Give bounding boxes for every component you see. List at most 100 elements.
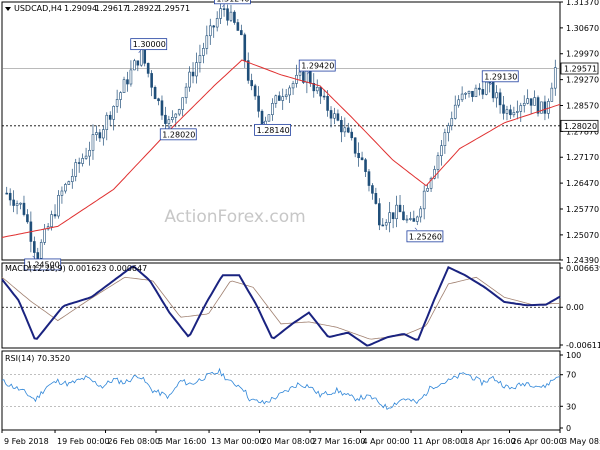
candle-body bbox=[547, 101, 550, 114]
candle-body bbox=[536, 97, 540, 114]
candle-body bbox=[22, 202, 26, 215]
candle-body bbox=[533, 97, 536, 106]
candle-body bbox=[415, 216, 419, 222]
candle-body bbox=[271, 103, 274, 116]
candle-body bbox=[553, 67, 557, 89]
candle-body bbox=[509, 109, 512, 116]
candle-body bbox=[284, 94, 288, 97]
candle-body bbox=[495, 92, 498, 99]
candle-body bbox=[384, 222, 388, 226]
candle-body bbox=[315, 86, 319, 92]
candle-body bbox=[105, 114, 109, 130]
candle-body bbox=[491, 81, 495, 99]
candle-body bbox=[19, 202, 22, 205]
candle-body bbox=[453, 104, 457, 119]
price-axis-label-2: 1.29970 bbox=[566, 50, 599, 59]
candle-body bbox=[374, 193, 378, 204]
candle-body bbox=[226, 8, 229, 21]
candle-body bbox=[333, 113, 336, 119]
candle-body bbox=[57, 195, 60, 217]
candle-body bbox=[498, 92, 502, 106]
candle-body bbox=[12, 199, 15, 206]
price-axis-label-3: 1.29270 bbox=[566, 76, 599, 85]
time-axis-label-9: 18 Apr 16:00 bbox=[464, 437, 516, 446]
candle-body bbox=[526, 98, 529, 104]
candle-body bbox=[371, 185, 374, 194]
candle-body bbox=[205, 35, 209, 49]
chart-symbol-title: USDCAD,H4 bbox=[14, 4, 62, 13]
candle-body bbox=[181, 97, 184, 110]
time-axis-label-6: 27 Mar 16:00 bbox=[312, 437, 365, 446]
candle-body bbox=[281, 96, 285, 101]
candle-body bbox=[102, 129, 105, 139]
candle-body bbox=[516, 111, 519, 113]
candle-body bbox=[64, 184, 67, 192]
candle-body bbox=[195, 62, 198, 77]
candle-body bbox=[219, 8, 222, 19]
candle-body bbox=[70, 176, 74, 182]
candle-body bbox=[246, 60, 250, 81]
candle-body bbox=[8, 192, 12, 201]
price-axis-label-7: 1.26470 bbox=[566, 179, 599, 188]
time-axis-label-4: 13 Mar 00:00 bbox=[211, 437, 264, 446]
candle-body bbox=[319, 86, 322, 97]
candle-body bbox=[53, 214, 57, 217]
candle-body bbox=[309, 70, 312, 84]
time-axis-label-1: 19 Feb 00:00 bbox=[57, 437, 109, 446]
candle-body bbox=[253, 85, 257, 97]
candle-body bbox=[202, 48, 205, 56]
macd-axis-label-0: 0.006639 bbox=[566, 264, 600, 273]
candle-body bbox=[208, 25, 212, 37]
candle-body bbox=[164, 114, 167, 124]
candle-body bbox=[481, 89, 485, 95]
candle-body bbox=[346, 127, 350, 133]
candle-body bbox=[88, 149, 91, 157]
candle-body bbox=[305, 70, 309, 83]
candle-body bbox=[136, 60, 140, 66]
candle-body bbox=[277, 95, 281, 101]
panel-frame-2 bbox=[1, 262, 561, 349]
candle-body bbox=[5, 192, 9, 195]
candle-body bbox=[322, 95, 326, 98]
candle-body bbox=[450, 118, 454, 126]
candle-body bbox=[50, 214, 53, 227]
candle-body bbox=[488, 81, 492, 84]
candle-body bbox=[215, 18, 219, 28]
candle-body bbox=[77, 162, 81, 164]
candle-body bbox=[519, 105, 523, 112]
candle-body bbox=[378, 203, 381, 226]
candle-body bbox=[436, 155, 440, 170]
candle-body bbox=[177, 109, 181, 115]
time-axis-label-0: 9 Feb 2018 bbox=[4, 437, 49, 446]
time-axis-label-2: 26 Feb 08:00 bbox=[108, 437, 160, 446]
price-axis-label-9: 1.25070 bbox=[566, 231, 599, 240]
chart-svg: 1.313701.306701.299701.292701.285701.278… bbox=[1, 0, 600, 446]
candle-body bbox=[188, 71, 191, 88]
candle-body bbox=[229, 11, 233, 21]
candle-body bbox=[502, 104, 505, 114]
candle-body bbox=[381, 224, 385, 227]
candle-body bbox=[222, 8, 226, 10]
candle-body bbox=[484, 81, 488, 95]
annotation-label-7: 1.29130 bbox=[484, 72, 517, 81]
candle-body bbox=[350, 131, 354, 139]
candle-body bbox=[146, 62, 150, 74]
time-axis-label-11: 3 May 08:00 bbox=[562, 437, 600, 446]
candle-body bbox=[15, 203, 19, 206]
candle-body bbox=[398, 204, 402, 213]
candle-body bbox=[426, 188, 429, 192]
candle-body bbox=[243, 34, 247, 61]
candle-body bbox=[419, 208, 423, 218]
price-axis-label-6: 1.27170 bbox=[566, 153, 599, 162]
candle-body bbox=[36, 252, 40, 259]
time-axis-label-7: 4 Apr 00:00 bbox=[363, 437, 410, 446]
candle-body bbox=[353, 137, 357, 154]
annotation-label-4: 1.28140 bbox=[257, 126, 290, 135]
candle-body bbox=[478, 87, 481, 90]
candle-body bbox=[291, 83, 295, 89]
candle-body bbox=[457, 99, 460, 106]
macd-title: MACD(12,26,9) 0.001623 0.000647 bbox=[5, 264, 147, 273]
time-axis-label-3: 5 Mar 16:00 bbox=[158, 437, 206, 446]
candle-body bbox=[447, 125, 450, 134]
candle-body bbox=[274, 95, 278, 104]
